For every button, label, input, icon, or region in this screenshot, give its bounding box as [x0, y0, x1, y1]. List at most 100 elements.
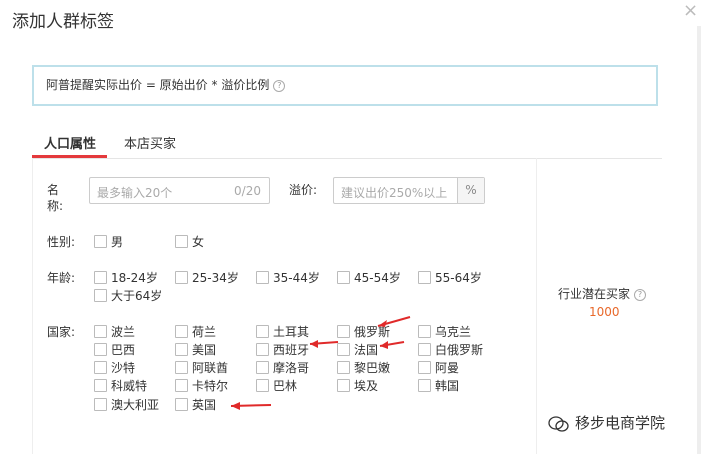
tab-demographics[interactable]: 人口属性 — [44, 133, 96, 152]
country-checkbox[interactable]: 澳大利亚 — [94, 396, 159, 413]
help-icon[interactable]: ? — [634, 288, 647, 301]
checkbox-box[interactable] — [175, 343, 188, 356]
checkbox-label: 西班牙 — [273, 343, 310, 357]
country-checkbox[interactable]: 西班牙 — [256, 341, 309, 358]
checkbox-label: 巴西 — [111, 343, 136, 357]
checkbox-box[interactable] — [256, 343, 269, 356]
checkbox-box[interactable] — [418, 379, 431, 392]
annotation-arrow-icon — [230, 402, 272, 410]
checkbox-label: 摩洛哥 — [273, 361, 310, 375]
checkbox-label: 卡特尔 — [192, 379, 229, 393]
checkbox-label: 埃及 — [354, 379, 379, 393]
country-checkbox[interactable]: 卡特尔 — [175, 377, 228, 394]
checkbox-label: 荷兰 — [192, 325, 217, 339]
age-checkbox[interactable]: 18-24岁 — [94, 269, 158, 286]
checkbox-label: 土耳其 — [273, 325, 310, 339]
name-label-1: 名 — [47, 183, 60, 197]
name-placeholder: 最多输入20个 — [97, 186, 173, 200]
country-checkbox[interactable]: 美国 — [175, 341, 216, 358]
notice-message: 阿普提醒实际出价 = 原始出价 * 溢价比例 — [46, 78, 270, 92]
checkbox-box[interactable] — [337, 361, 350, 374]
age-checkbox[interactable]: 55-64岁 — [418, 269, 482, 286]
checkbox-box[interactable] — [418, 343, 431, 356]
checkbox-box[interactable] — [94, 271, 107, 284]
country-checkbox[interactable]: 摩洛哥 — [256, 359, 309, 376]
country-checkbox[interactable]: 土耳其 — [256, 323, 309, 340]
checkbox-label: 韩国 — [435, 379, 460, 393]
checkbox-label: 巴林 — [273, 379, 298, 393]
checkbox-box[interactable] — [94, 398, 107, 411]
checkbox-box[interactable] — [256, 379, 269, 392]
age-checkbox[interactable]: 25-34岁 — [175, 269, 239, 286]
checkbox-box[interactable] — [418, 361, 431, 374]
checkbox-box[interactable] — [94, 379, 107, 392]
checkbox-box[interactable] — [175, 398, 188, 411]
tab-store-buyers[interactable]: 本店买家 — [124, 133, 176, 152]
country-checkbox[interactable]: 巴林 — [256, 377, 297, 394]
checkbox-label: 25-34岁 — [192, 271, 239, 285]
help-icon[interactable]: ? — [273, 79, 286, 92]
dialog-title: 添加人群标签 — [12, 12, 114, 32]
country-checkbox[interactable]: 乌克兰 — [418, 323, 471, 340]
notice-box: 阿普提醒实际出价 = 原始出价 * 溢价比例? — [32, 65, 658, 106]
name-counter: 0/20 — [234, 184, 261, 198]
name-input[interactable]: 最多输入20个 0/20 — [89, 177, 270, 204]
country-checkbox[interactable]: 荷兰 — [175, 323, 216, 340]
checkbox-box[interactable] — [175, 235, 188, 248]
checkbox-box[interactable] — [337, 271, 350, 284]
checkbox-label: 美国 — [192, 343, 217, 357]
scrollbar[interactable] — [697, 26, 701, 454]
checkbox-label: 阿曼 — [435, 361, 460, 375]
premium-placeholder: 建议出价250%以上 — [341, 186, 448, 200]
checkbox-label: 45-54岁 — [354, 271, 401, 285]
checkbox-label: 35-44岁 — [273, 271, 320, 285]
checkbox-box[interactable] — [418, 325, 431, 338]
checkbox-box[interactable] — [94, 343, 107, 356]
checkbox-label: 法国 — [354, 343, 379, 357]
age-checkbox[interactable]: 大于64岁 — [94, 287, 162, 304]
country-checkbox[interactable]: 沙特 — [94, 359, 135, 376]
country-checkbox[interactable]: 阿联酋 — [175, 359, 228, 376]
checkbox-box[interactable] — [337, 325, 350, 338]
checkbox-box[interactable] — [175, 325, 188, 338]
checkbox-box[interactable] — [256, 361, 269, 374]
checkbox-label: 英国 — [192, 398, 217, 412]
age-checkbox[interactable]: 45-54岁 — [337, 269, 401, 286]
checkbox-box[interactable] — [175, 379, 188, 392]
name-label-2: 称: — [47, 199, 64, 213]
checkbox-box[interactable] — [175, 271, 188, 284]
country-checkbox[interactable]: 白俄罗斯 — [418, 341, 483, 358]
checkbox-box[interactable] — [418, 271, 431, 284]
country-checkbox[interactable]: 科威特 — [94, 377, 147, 394]
watermark-text: 移步电商学院 — [575, 414, 666, 432]
checkbox-box[interactable] — [337, 379, 350, 392]
checkbox-label: 波兰 — [111, 325, 136, 339]
country-checkbox[interactable]: 巴西 — [94, 341, 135, 358]
checkbox-label: 阿联酋 — [192, 361, 229, 375]
checkbox-box[interactable] — [256, 325, 269, 338]
premium-input[interactable]: 建议出价250%以上 % — [333, 177, 485, 204]
country-checkbox[interactable]: 波兰 — [94, 323, 135, 340]
checkbox-box[interactable] — [94, 325, 107, 338]
checkbox-box[interactable] — [175, 361, 188, 374]
country-checkbox[interactable]: 法国 — [337, 341, 378, 358]
gender-male-checkbox[interactable]: 男 — [94, 233, 123, 250]
checkbox-box[interactable] — [94, 361, 107, 374]
age-label: 年龄: — [47, 271, 76, 285]
country-checkbox[interactable]: 埃及 — [337, 377, 378, 394]
gender-female-checkbox[interactable]: 女 — [175, 233, 204, 250]
age-checkbox[interactable]: 35-44岁 — [256, 269, 320, 286]
checkbox-box[interactable] — [94, 289, 107, 302]
industry-buyers-label: 行业潜在买家? — [558, 285, 647, 302]
country-checkbox[interactable]: 黎巴嫩 — [337, 359, 390, 376]
tab-bar: 人口属性 本店买家 — [32, 127, 662, 159]
close-icon[interactable]: × — [683, 0, 698, 21]
checkbox-box[interactable] — [94, 235, 107, 248]
country-checkbox[interactable]: 阿曼 — [418, 359, 459, 376]
country-checkbox[interactable]: 英国 — [175, 396, 216, 413]
country-checkbox[interactable]: 韩国 — [418, 377, 459, 394]
checkbox-label: 乌克兰 — [435, 325, 472, 339]
annotation-arrow-icon — [379, 341, 405, 349]
checkbox-box[interactable] — [256, 271, 269, 284]
checkbox-label: 科威特 — [111, 379, 148, 393]
